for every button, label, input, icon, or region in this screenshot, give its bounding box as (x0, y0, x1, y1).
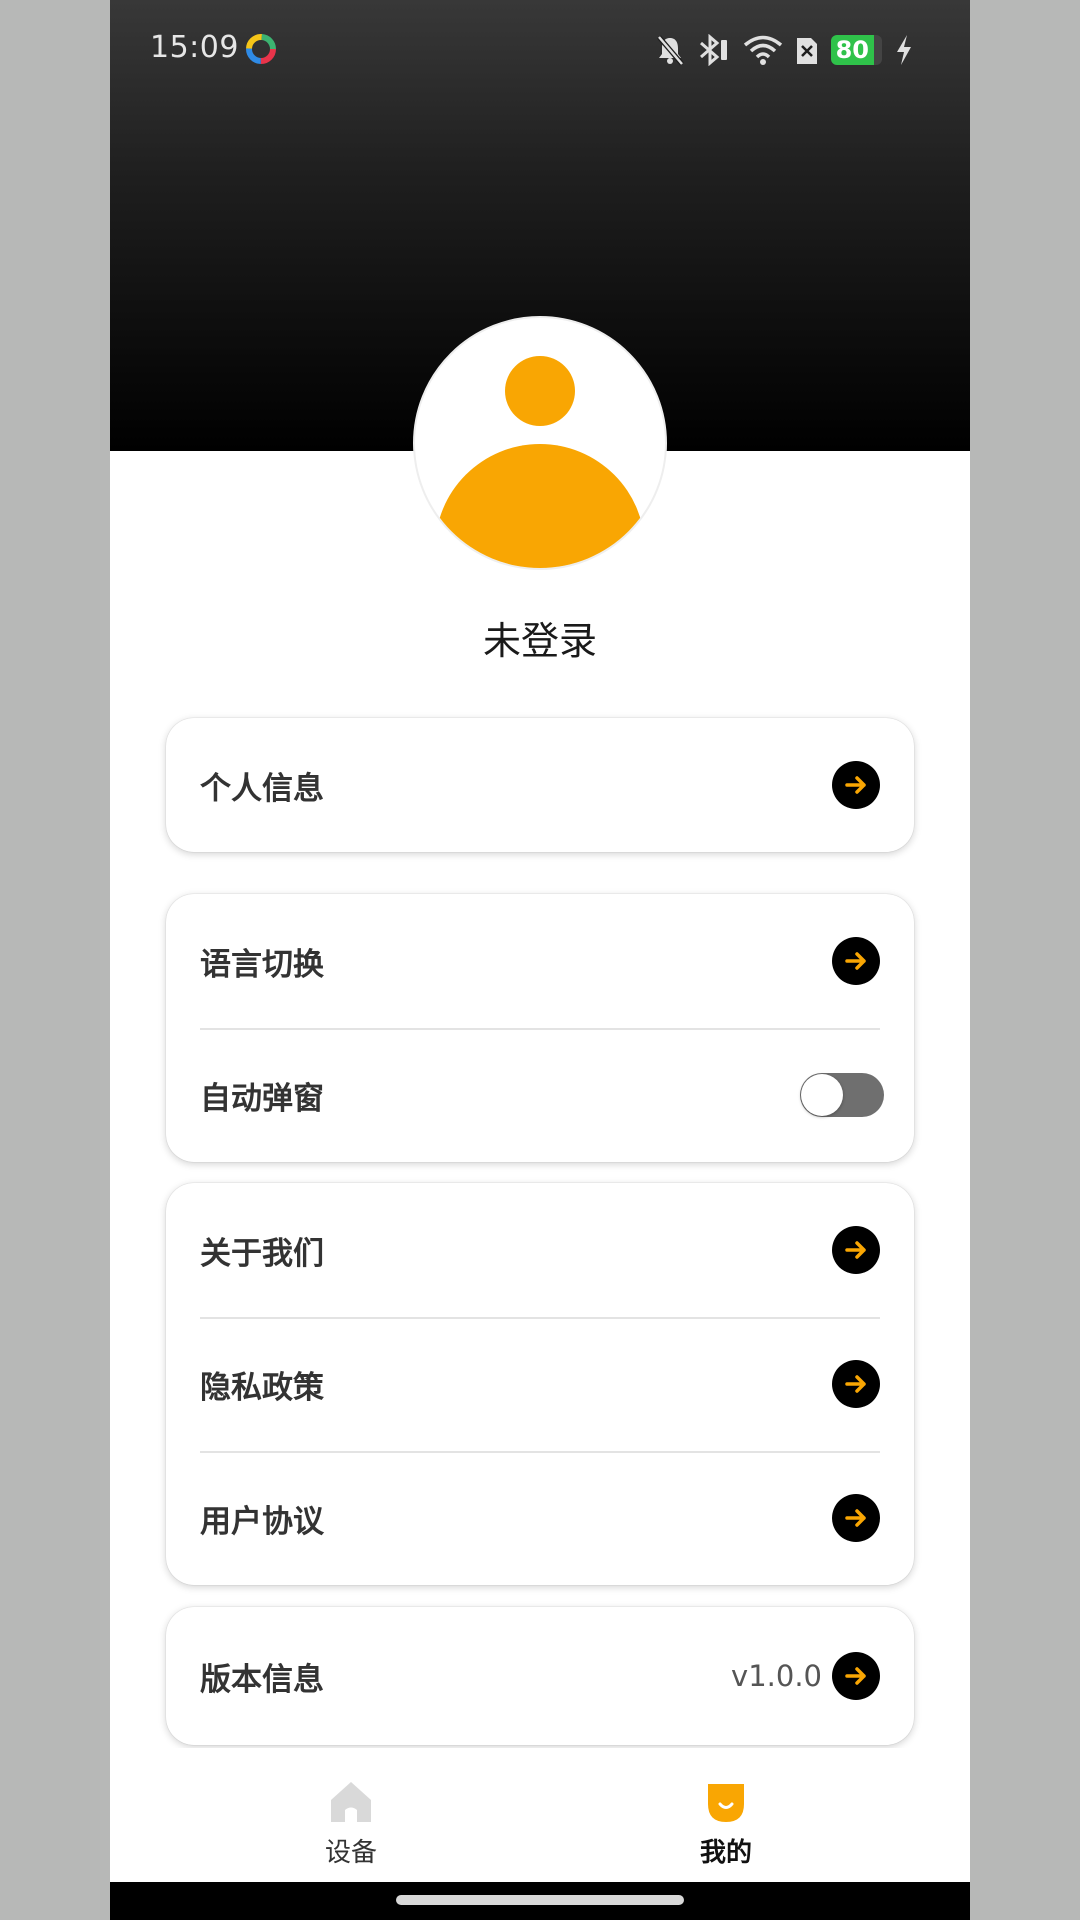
arrow-right-icon[interactable] (832, 1652, 880, 1700)
about-us-row[interactable]: 关于我们 (166, 1183, 914, 1317)
battery-level: 80 (830, 35, 874, 65)
auto-popup-label: 自动弹窗 (200, 1080, 324, 1117)
version-value: v1.0.0 (731, 1659, 822, 1693)
settings-card: 语言切换 自动弹窗 (166, 894, 914, 1162)
profile-tab-icon (708, 1784, 744, 1822)
arrow-right-icon[interactable] (832, 1494, 880, 1542)
auto-popup-toggle[interactable] (800, 1073, 884, 1117)
arrow-right-icon[interactable] (832, 937, 880, 985)
personal-info-label: 个人信息 (200, 770, 324, 807)
status-time: 15:09 (150, 30, 239, 65)
version-label: 版本信息 (200, 1661, 324, 1698)
avatar-head (505, 356, 575, 426)
about-us-label: 关于我们 (200, 1235, 324, 1272)
personal-info-row[interactable]: 个人信息 (166, 718, 914, 852)
wifi-icon (743, 35, 782, 65)
arrow-right-icon[interactable] (832, 1226, 880, 1274)
privacy-policy-row[interactable]: 隐私政策 (166, 1317, 914, 1451)
mute-icon (656, 35, 684, 66)
language-label: 语言切换 (200, 946, 324, 983)
login-status-text[interactable]: 未登录 (110, 610, 970, 665)
avatar[interactable] (413, 316, 667, 570)
tab-devices[interactable]: 设备 (251, 1748, 451, 1882)
app-dot-icon (246, 34, 276, 64)
sim-icon (796, 38, 817, 64)
version-row[interactable]: 版本信息 v1.0.0 (166, 1607, 914, 1745)
tab-devices-label: 设备 (324, 1838, 377, 1868)
charging-icon (897, 35, 911, 65)
system-home-area (110, 1882, 970, 1920)
phone-screen: 15:09 80 未登录 个人信息 语言切换 自动弹窗 关于我们 隐私政策 用户… (110, 0, 970, 1920)
tab-mine[interactable]: 我的 (626, 1748, 826, 1882)
status-bar: 15:09 80 (110, 0, 970, 100)
auto-popup-row: 自动弹窗 (166, 1028, 914, 1162)
bottom-nav: 设备 我的 (110, 1748, 970, 1882)
home-icon (331, 1782, 371, 1822)
language-row[interactable]: 语言切换 (166, 894, 914, 1028)
bluetooth-icon (699, 34, 727, 66)
toggle-knob (801, 1074, 843, 1116)
tab-mine-label: 我的 (699, 1838, 752, 1868)
version-card: 版本信息 v1.0.0 (166, 1607, 914, 1745)
avatar-body (435, 444, 645, 568)
arrow-right-icon[interactable] (832, 1360, 880, 1408)
home-indicator[interactable] (396, 1895, 684, 1905)
arrow-right-icon[interactable] (832, 761, 880, 809)
about-card: 关于我们 隐私政策 用户协议 (166, 1183, 914, 1585)
battery-icon: 80 (830, 35, 882, 65)
status-icons: 80 (655, 30, 914, 70)
user-agreement-label: 用户协议 (200, 1503, 324, 1540)
user-agreement-row[interactable]: 用户协议 (166, 1451, 914, 1585)
privacy-policy-label: 隐私政策 (200, 1369, 324, 1406)
personal-info-card: 个人信息 (166, 718, 914, 852)
